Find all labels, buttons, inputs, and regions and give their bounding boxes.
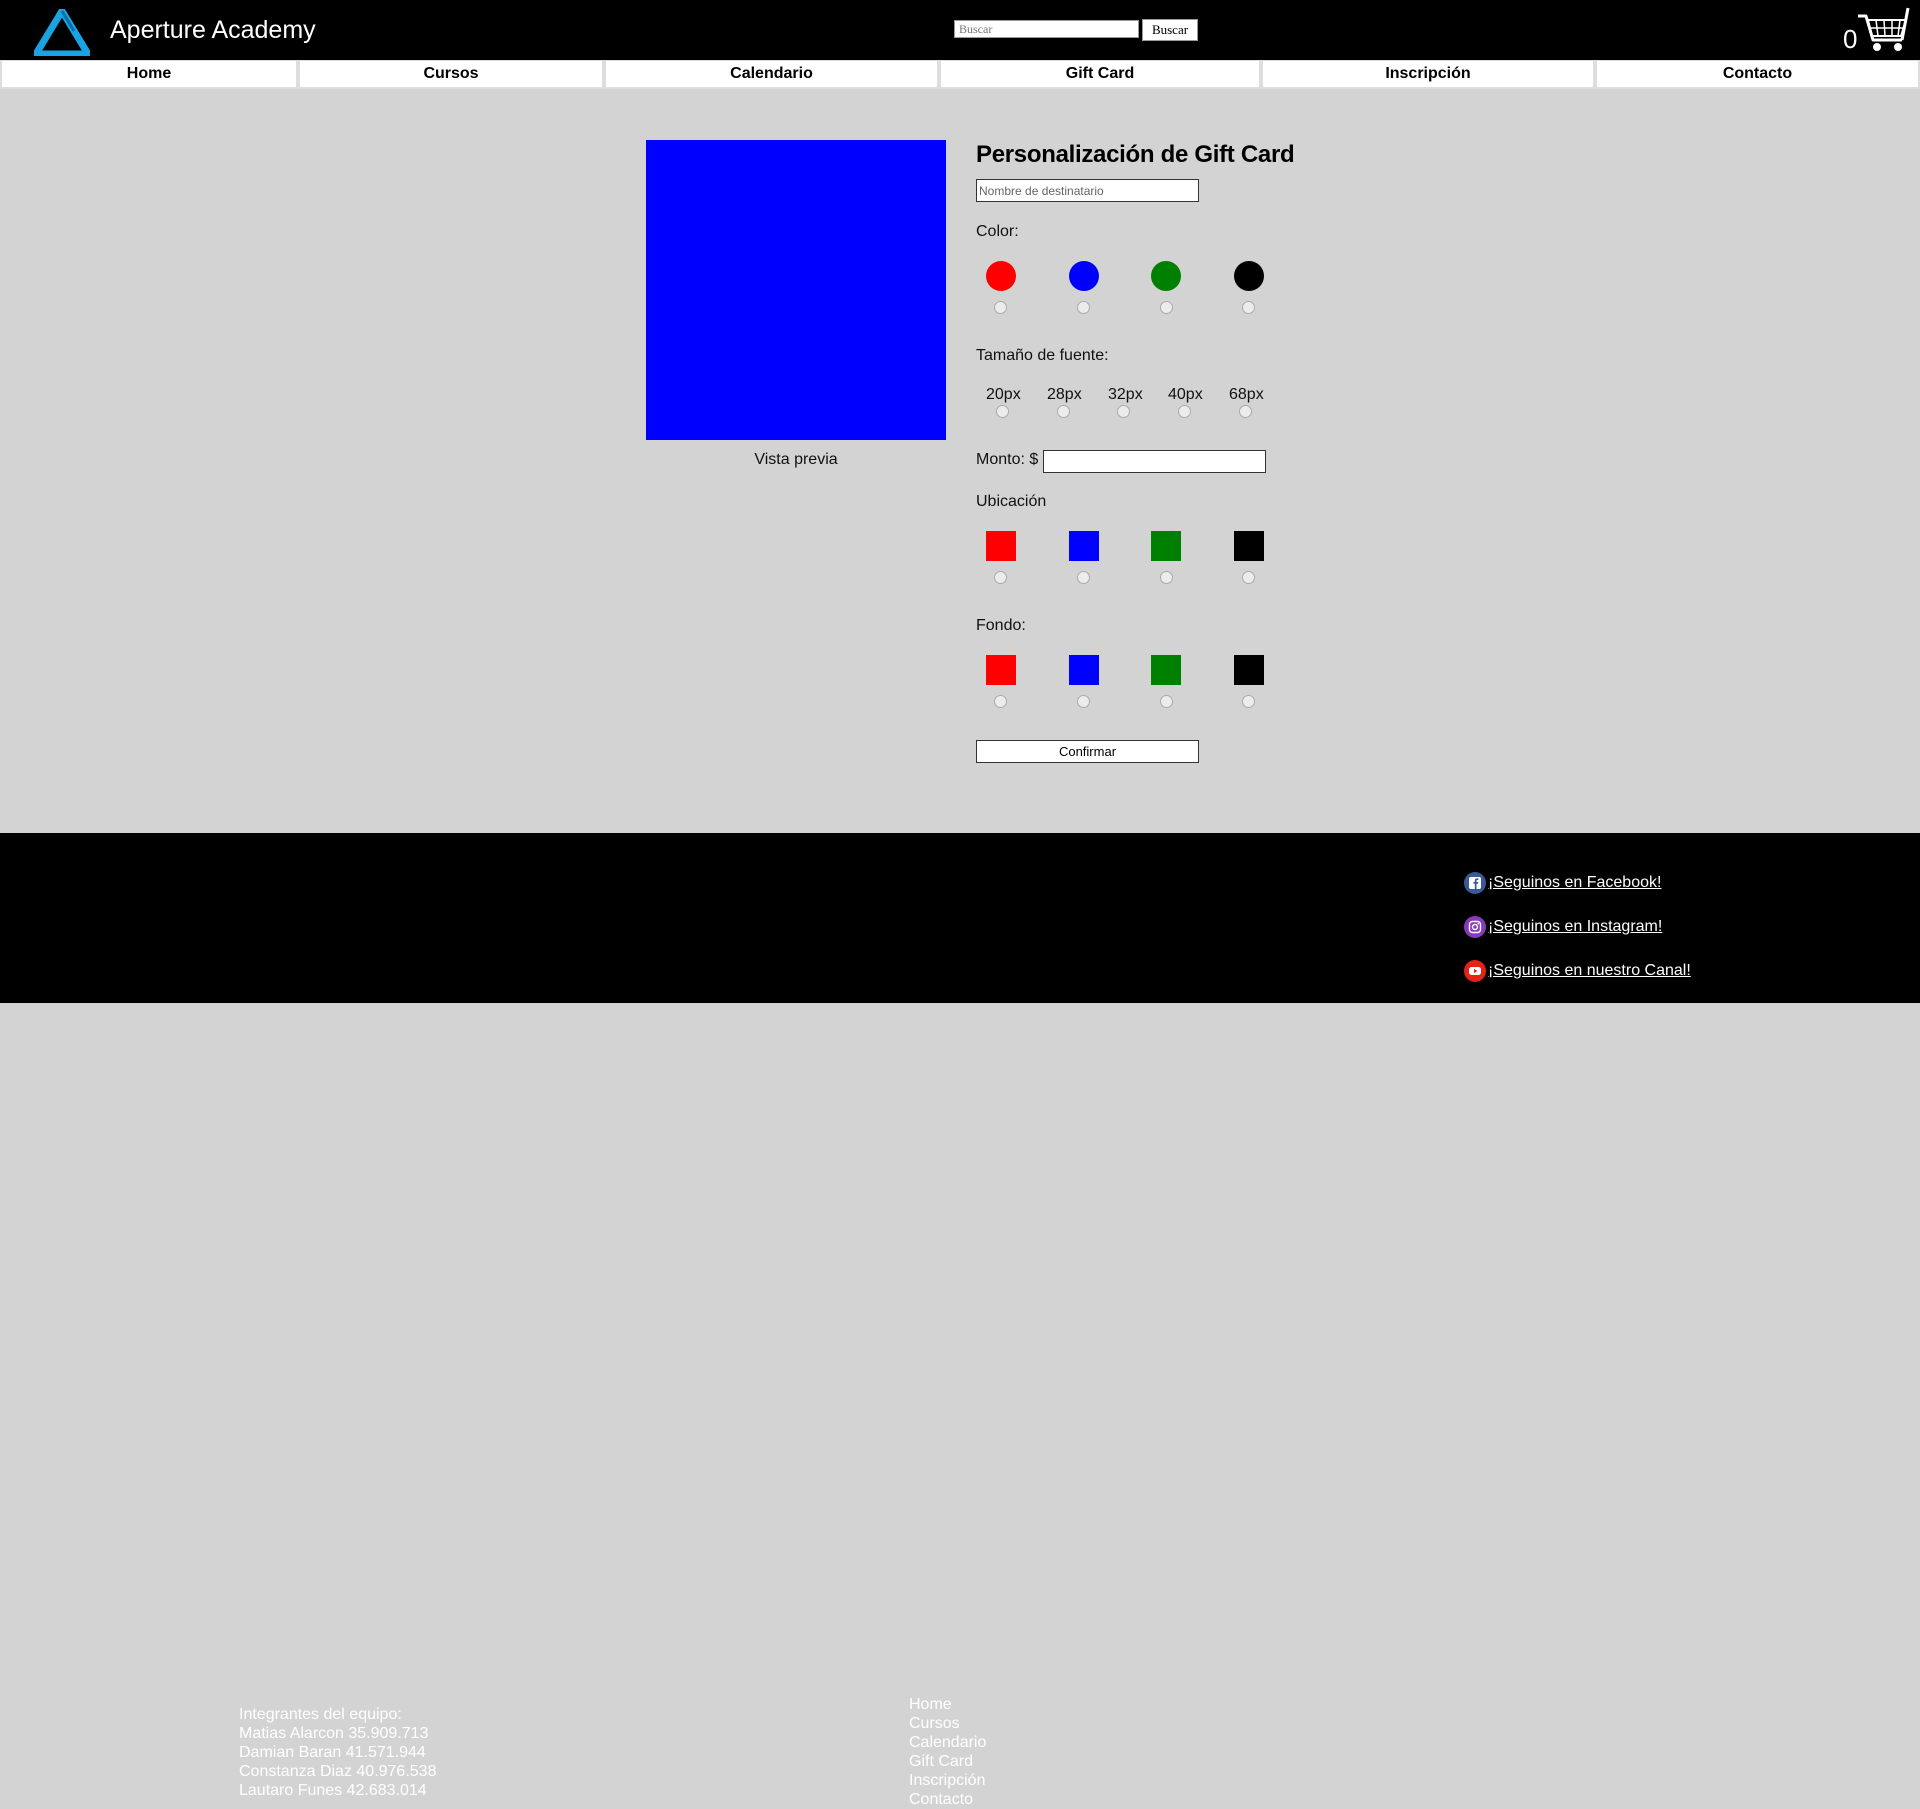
instagram-link[interactable]: ¡Seguinos en Instagram!: [1488, 918, 1662, 936]
location-swatch-red: [986, 531, 1016, 561]
font-size-radio-68[interactable]: [1239, 405, 1252, 418]
preview-label: Vista previa: [754, 451, 838, 468]
font-size-20-label: 20px: [986, 386, 1021, 403]
form-title: Personalización de Gift Card: [976, 141, 1295, 168]
team-member: Lautaro Funes 42.683.014: [239, 1782, 427, 1799]
background-radio-blue[interactable]: [1077, 695, 1090, 708]
location-radio-green[interactable]: [1160, 571, 1173, 584]
location-radio-blue[interactable]: [1077, 571, 1090, 584]
team-member: Damian Baran 41.571.944: [239, 1744, 426, 1761]
location-swatch-black: [1234, 531, 1264, 561]
instagram-icon[interactable]: [1464, 916, 1486, 938]
color-radio-green[interactable]: [1160, 301, 1173, 314]
main-nav: Home Cursos Calendario Gift Card Inscrip…: [0, 60, 1920, 89]
background-swatch-black: [1234, 655, 1264, 685]
color-swatch-green: [1151, 261, 1181, 291]
font-size-radio-40[interactable]: [1178, 405, 1191, 418]
location-label: Ubicación: [976, 493, 1047, 510]
social-youtube: ¡Seguinos en nuestro Canal!: [1464, 960, 1691, 982]
footer-link-calendario[interactable]: Calendario: [909, 1733, 986, 1752]
gift-card-preview: [646, 140, 946, 440]
background-radio-red[interactable]: [994, 695, 1007, 708]
youtube-icon[interactable]: [1464, 960, 1486, 982]
font-size-40-label: 40px: [1168, 386, 1203, 403]
logo-icon[interactable]: [34, 9, 90, 56]
location-radio-black[interactable]: [1242, 571, 1255, 584]
footer-link-contacto[interactable]: Contacto: [909, 1790, 986, 1809]
header: Aperture Academy Buscar 0: [0, 0, 1920, 60]
team-member: Matias Alarcon 35.909.713: [239, 1725, 429, 1742]
brand-title[interactable]: Aperture Academy: [110, 15, 316, 45]
footer-link-cursos[interactable]: Cursos: [909, 1714, 986, 1733]
background-label: Fondo:: [976, 617, 1026, 634]
background-swatch-blue: [1069, 655, 1099, 685]
team-title: Integrantes del equipo:: [239, 1706, 402, 1723]
location-swatch-blue: [1069, 531, 1099, 561]
search-input[interactable]: [954, 20, 1139, 38]
youtube-link[interactable]: ¡Seguinos en nuestro Canal!: [1488, 962, 1691, 980]
nav-cursos[interactable]: Cursos: [298, 60, 604, 89]
team-members: Integrantes del equipo: Matias Alarcon 3…: [239, 1705, 436, 1800]
font-size-radio-20[interactable]: [996, 405, 1009, 418]
color-swatch-black: [1234, 261, 1264, 291]
amount-label: Monto: $: [976, 451, 1039, 468]
color-radio-black[interactable]: [1242, 301, 1255, 314]
color-swatch-blue: [1069, 261, 1099, 291]
footer-link-inscripcion[interactable]: Inscripción: [909, 1771, 986, 1790]
facebook-icon[interactable]: [1464, 872, 1486, 894]
font-size-32-label: 32px: [1108, 386, 1143, 403]
nav-inscripcion[interactable]: Inscripción: [1261, 60, 1595, 89]
nav-home[interactable]: Home: [0, 60, 298, 89]
social-facebook: ¡Seguinos en Facebook!: [1464, 872, 1661, 894]
recipient-name-input[interactable]: [976, 179, 1199, 202]
location-swatch-green: [1151, 531, 1181, 561]
search-button[interactable]: Buscar: [1142, 19, 1198, 41]
facebook-link[interactable]: ¡Seguinos en Facebook!: [1488, 874, 1661, 892]
team-member: Constanza Diaz 40.976.538: [239, 1763, 437, 1780]
font-size-radio-28[interactable]: [1057, 405, 1070, 418]
font-size-28-label: 28px: [1047, 386, 1082, 403]
footer-link-home[interactable]: Home: [909, 1695, 986, 1714]
font-size-68-label: 68px: [1229, 386, 1264, 403]
footer: Integrantes del equipo: Matias Alarcon 3…: [0, 833, 1920, 1808]
nav-calendario[interactable]: Calendario: [604, 60, 939, 89]
background-radio-black[interactable]: [1242, 695, 1255, 708]
background-swatch-red: [986, 655, 1016, 685]
font-size-radio-32[interactable]: [1117, 405, 1130, 418]
social-instagram: ¡Seguinos en Instagram!: [1464, 916, 1662, 938]
footer-link-gift-card[interactable]: Gift Card: [909, 1752, 986, 1771]
color-radio-blue[interactable]: [1077, 301, 1090, 314]
nav-gift-card[interactable]: Gift Card: [939, 60, 1261, 89]
color-label: Color:: [976, 223, 1019, 240]
footer-links: Home Cursos Calendario Gift Card Inscrip…: [909, 1695, 986, 1809]
location-radio-red[interactable]: [994, 571, 1007, 584]
color-radio-red[interactable]: [994, 301, 1007, 314]
color-swatch-red: [986, 261, 1016, 291]
background-swatch-green: [1151, 655, 1181, 685]
nav-contacto[interactable]: Contacto: [1595, 60, 1920, 89]
font-size-label: Tamaño de fuente:: [976, 347, 1109, 364]
background-radio-green[interactable]: [1160, 695, 1173, 708]
cart-icon[interactable]: [1856, 6, 1910, 54]
amount-input[interactable]: [1043, 450, 1266, 473]
confirm-button[interactable]: Confirmar: [976, 740, 1199, 763]
